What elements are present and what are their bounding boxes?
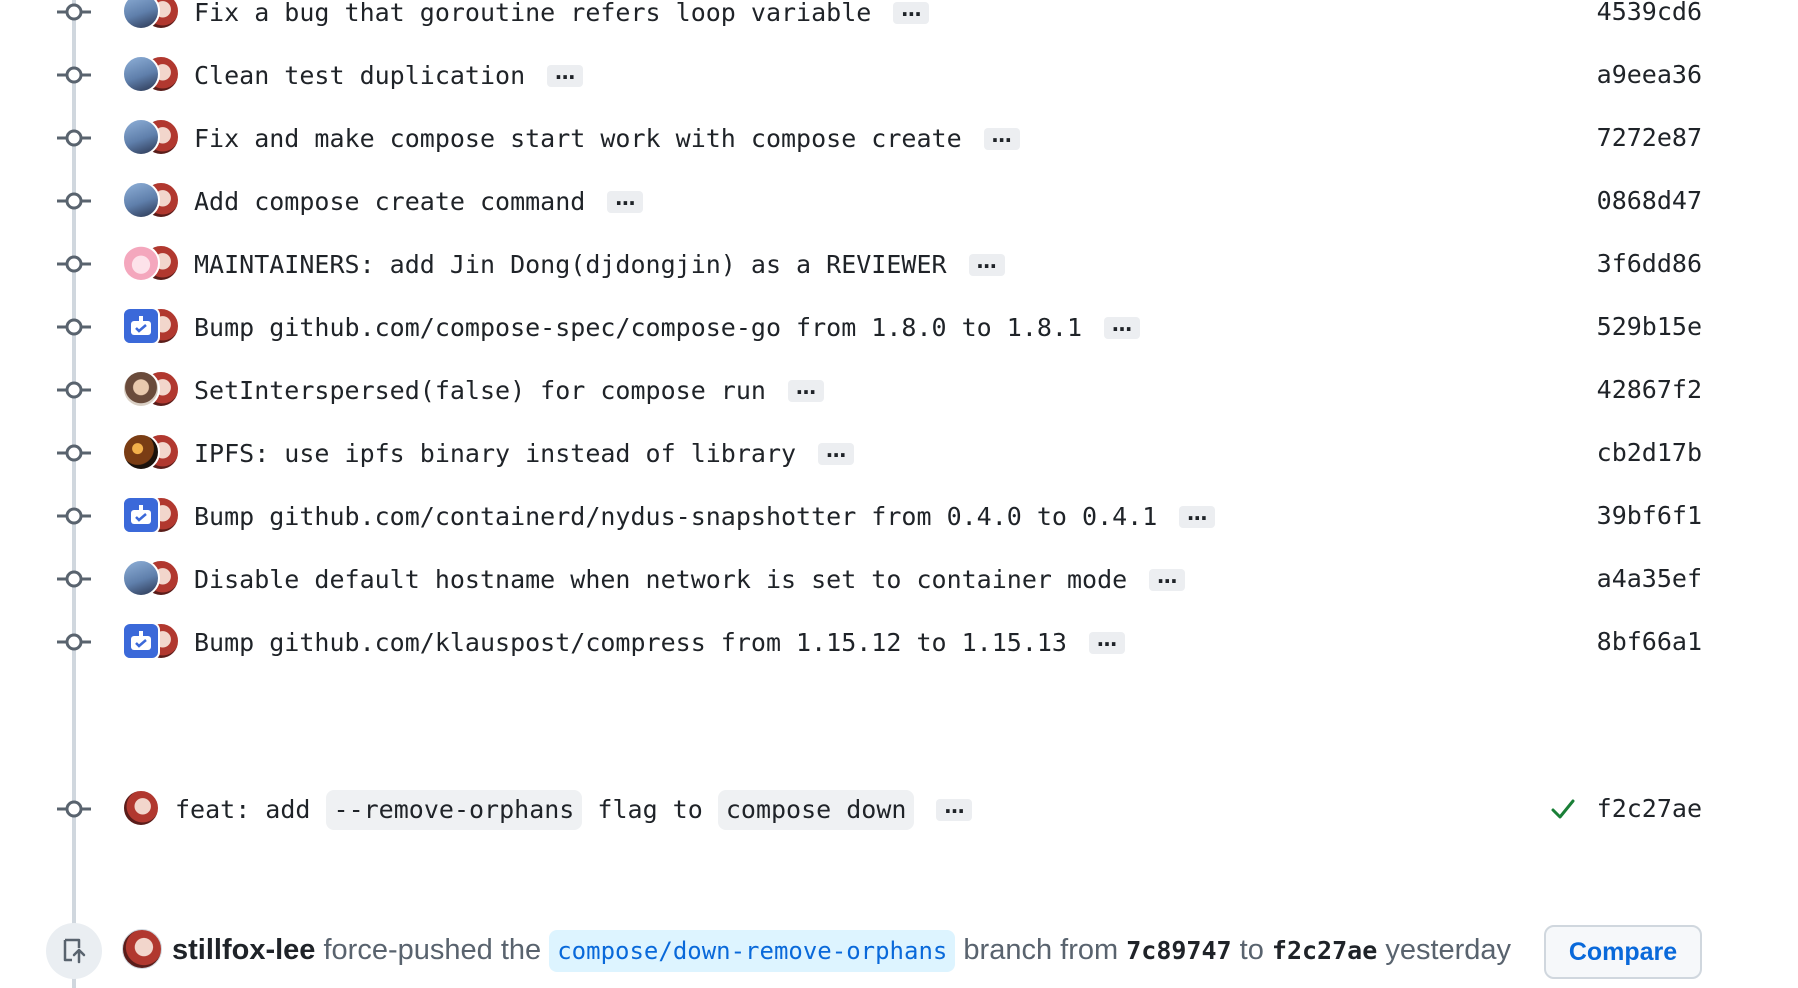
commit-avatars[interactable] [122,244,184,284]
dependabot-icon[interactable] [122,496,160,534]
commit-row: MAINTAINERS: add Jin Dong(djdongjin) as … [0,234,1798,294]
author-avatar[interactable] [122,118,160,156]
expand-commit-button[interactable]: … [1104,314,1141,339]
event-from-text: branch from [963,934,1119,966]
commit-avatars[interactable] [122,0,184,32]
expand-commit-button[interactable]: … [1179,503,1216,528]
commit-row: Disable default hostname when network is… [0,549,1798,609]
expand-commit-button[interactable]: … [968,251,1005,276]
commit-sha-link[interactable]: 8bf66a1 [1597,612,1702,672]
git-commit-icon [57,507,91,525]
dependabot-icon[interactable] [122,622,160,660]
author-avatar[interactable] [122,559,160,597]
commit-message-link[interactable]: Fix a bug that goroutine refers loop var… [194,0,871,27]
commit-sha-link[interactable]: 42867f2 [1597,360,1702,420]
commit-sha-link[interactable]: cb2d17b [1597,423,1702,483]
expand-commit-button[interactable]: … [1088,629,1125,654]
commit-row: Bump github.com/containerd/nydus-snapsho… [0,486,1798,546]
branch-name-link[interactable]: compose/down-remove-orphans [549,930,956,973]
expand-commit-button[interactable]: … [983,125,1020,150]
commit-message-link[interactable]: Bump github.com/containerd/nydus-snapsho… [194,502,1157,531]
author-avatar[interactable] [122,55,160,93]
commit-avatars[interactable] [122,370,184,410]
commit-avatars[interactable] [122,307,184,347]
commit-row: Clean test duplication … a9eea36 [0,45,1798,105]
avatar[interactable] [122,929,162,969]
commit-sha-link[interactable]: 0868d47 [1597,171,1702,231]
commit-row: Fix and make compose start work with com… [0,108,1798,168]
commit-message-link[interactable]: SetInterspersed(false) for compose run [194,376,766,405]
author-avatar[interactable] [122,181,160,219]
commit-message-link[interactable]: Bump github.com/compose-spec/compose-go … [194,313,1082,342]
to-sha-link[interactable]: f2c27ae [1272,936,1377,965]
dependabot-icon[interactable] [122,307,160,345]
commit-sha-link[interactable]: f2c27ae [1597,779,1702,839]
commit-avatars[interactable] [122,622,184,662]
commit-avatars[interactable] [122,118,184,158]
commit-message-link[interactable]: IPFS: use ipfs binary instead of library [194,439,796,468]
expand-commit-button[interactable]: … [818,440,855,465]
commit-row: SetInterspersed(false) for compose run… … [0,360,1798,420]
commit-sha-link[interactable]: 3f6dd86 [1597,234,1702,294]
expand-commit-button[interactable]: … [893,0,930,24]
compare-button[interactable]: Compare [1544,925,1702,979]
event-action-text: force-pushed the [323,934,542,966]
git-commit-icon [57,800,91,818]
git-commit-icon [57,255,91,273]
expand-commit-button[interactable]: … [607,188,644,213]
commit-message-link[interactable]: Add compose create command [194,187,585,216]
commit-row: IPFS: use ipfs binary instead of library… [0,423,1798,483]
event-time[interactable]: yesterday [1385,934,1511,966]
commit-row: Bump github.com/compose-spec/compose-go … [0,297,1798,357]
from-sha-link[interactable]: 7c89747 [1126,936,1231,965]
commit-avatars[interactable] [122,559,184,599]
author-avatar[interactable] [122,244,160,282]
git-commit-icon [57,66,91,84]
expand-commit-button[interactable]: … [1149,566,1186,591]
author-avatar[interactable] [122,789,160,827]
commit-sha-link[interactable]: 39bf6f1 [1597,486,1702,546]
commit-sha-link[interactable]: 529b15e [1597,297,1702,357]
commit-row: Add compose create command … 0868d47 [0,171,1798,231]
commit-message-link[interactable]: Bump github.com/klauspost/compress from … [194,628,1067,657]
expand-commit-button[interactable]: … [787,377,824,402]
commit-sha-link[interactable]: a9eea36 [1597,45,1702,105]
commit-row: Fix a bug that goroutine refers loop var… [0,0,1798,42]
git-commit-icon [57,444,91,462]
commit-sha-link[interactable]: 7272e87 [1597,108,1702,168]
commit-row: feat: add --remove-orphans flag to compo… [0,779,1798,839]
inline-code[interactable]: compose down [717,790,915,830]
repo-push-icon [46,923,102,979]
check-icon[interactable] [1550,797,1576,821]
expand-commit-button[interactable]: … [547,62,584,87]
author-avatar[interactable] [122,370,160,408]
force-push-event: stillfox-lee force-pushed the compose/do… [0,915,1798,985]
git-commit-icon [57,570,91,588]
author-avatar[interactable] [122,433,160,471]
commit-message-link[interactable]: Clean test duplication [194,61,525,90]
commit-avatars[interactable] [122,181,184,221]
git-commit-icon [57,318,91,336]
commit-sha-link[interactable]: 4539cd6 [1597,0,1702,42]
git-commit-icon [57,633,91,651]
commit-message-link[interactable]: Fix and make compose start work with com… [194,124,962,153]
commit-avatars[interactable] [122,496,184,536]
commit-message-link[interactable]: MAINTAINERS: add Jin Dong(djdongjin) as … [194,250,947,279]
expand-commit-button[interactable]: … [936,796,973,821]
git-commit-icon [57,192,91,210]
inline-code[interactable]: --remove-orphans [325,790,583,830]
git-commit-icon [57,381,91,399]
commit-row: Bump github.com/klauspost/compress from … [0,612,1798,672]
commit-message-link[interactable]: Disable default hostname when network is… [194,565,1127,594]
commit-message-link[interactable]: flag to [597,795,702,824]
git-commit-icon [57,129,91,147]
commit-message-link[interactable]: feat: add [175,795,310,824]
git-commit-icon [57,3,91,21]
commit-avatars[interactable] [122,55,184,95]
user-link[interactable]: stillfox-lee [172,934,315,966]
event-to-text: to [1239,934,1264,966]
commit-sha-link[interactable]: a4a35ef [1597,549,1702,609]
commit-avatars[interactable] [122,433,184,473]
